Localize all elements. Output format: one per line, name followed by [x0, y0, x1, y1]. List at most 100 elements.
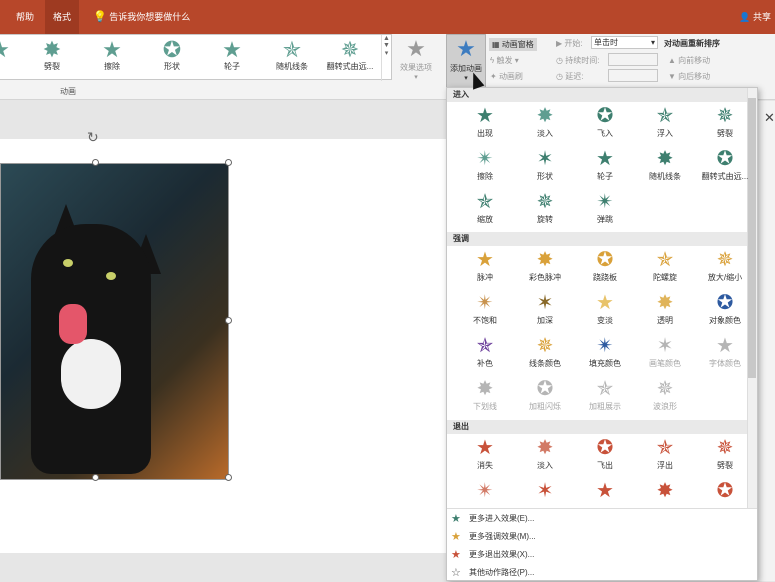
clock-icon: ◷ — [556, 72, 563, 81]
effect-label: 跷跷板 — [593, 273, 617, 282]
gallery-item-wheel[interactable]: ★ 轮子 — [202, 39, 262, 72]
move-earlier-label: 向前移动 — [678, 56, 711, 65]
start-dropdown[interactable]: 单击时 ▾ — [591, 36, 658, 49]
effect-item[interactable]: ✸ 淡入 — [515, 436, 575, 471]
rotate-handle-icon[interactable]: ↻ — [87, 129, 99, 146]
effect-item[interactable]: ✵ 劈裂 — [695, 436, 755, 471]
effect-star-icon: ✪ — [716, 148, 734, 170]
section-exit: 退出 — [447, 420, 747, 434]
effect-item[interactable]: ✵ 波浪形 — [635, 377, 695, 412]
duration-label: 持续时间: — [565, 56, 600, 65]
move-later-button[interactable]: ▼ 向后移动 — [668, 71, 710, 82]
effect-item[interactable]: ✪ 翻转式由远... — [695, 147, 755, 182]
effect-item[interactable]: ✸ — [635, 479, 695, 503]
effect-label: 弹跳 — [597, 215, 613, 224]
effect-item[interactable]: ✵ 旋转 — [515, 190, 575, 225]
effect-item[interactable]: ✸ 淡入 — [515, 104, 575, 139]
effect-label: 填充颜色 — [589, 359, 621, 368]
effect-item[interactable]: ✴ 填充颜色 — [575, 334, 635, 369]
effect-item[interactable]: ✸ 随机线条 — [635, 147, 695, 182]
effect-star-icon: ✸ — [536, 437, 554, 459]
effect-star-icon: ✵ — [536, 335, 554, 357]
effect-item[interactable]: ★ 变淡 — [575, 291, 635, 326]
move-earlier-button[interactable]: ▲ 向前移动 — [668, 55, 710, 66]
effect-star-icon: ✸ — [536, 105, 554, 127]
effect-star-icon: ✪ — [596, 249, 614, 271]
effect-item[interactable]: ✶ 画笔颜色 — [635, 334, 695, 369]
gallery-item-wipe[interactable]: ★ 擦除 — [82, 39, 142, 72]
delay-input[interactable] — [608, 69, 658, 82]
trigger-button[interactable]: ϟ 触发 ▾ — [490, 55, 519, 66]
gallery-item-random-bars[interactable]: ✯ 随机线条 — [262, 39, 322, 72]
effect-item[interactable]: ✵ 劈裂 — [695, 104, 755, 139]
share-button[interactable]: 👤 共享 — [739, 0, 771, 34]
effect-label: 擦除 — [477, 172, 493, 181]
effect-item[interactable]: ✸ 透明 — [635, 291, 695, 326]
effect-star-icon: ✴ — [476, 480, 494, 502]
effect-item[interactable]: ✵ 线条颜色 — [515, 334, 575, 369]
effect-item[interactable]: ✪ — [695, 479, 755, 503]
more-motion-paths[interactable]: ☆ 其他动作路径(P)... — [447, 564, 757, 582]
resize-handle[interactable] — [225, 317, 232, 324]
effect-item[interactable]: ✪ 加粗闪烁 — [515, 377, 575, 412]
effect-item[interactable]: ★ 脉冲 — [455, 248, 515, 283]
gallery-item-shape[interactable]: ✪ 形状 — [142, 39, 202, 72]
animation-painter-button[interactable]: ✦ 动画刷 — [490, 71, 523, 82]
duration-row: ◷ 持续时间: — [556, 55, 599, 66]
effect-item[interactable]: ✶ 形状 — [515, 147, 575, 182]
effect-item[interactable]: ✯ 补色 — [455, 334, 515, 369]
effect-star-icon: ✸ — [656, 148, 674, 170]
start-value: 单击时 — [594, 38, 618, 47]
effect-item[interactable]: ✴ — [455, 479, 515, 503]
painter-label: 动画刷 — [498, 72, 523, 81]
effect-label: 下划线 — [473, 402, 497, 411]
resize-handle[interactable] — [225, 159, 232, 166]
effect-item[interactable]: ✵ 放大/缩小 — [695, 248, 755, 283]
effect-item[interactable]: ✯ 陀螺旋 — [635, 248, 695, 283]
effect-star-icon: ✪ — [536, 378, 554, 400]
effect-star-icon: ✯ — [656, 105, 674, 127]
effect-item[interactable]: ✸ 彩色脉冲 — [515, 248, 575, 283]
effect-item[interactable]: ✶ 加深 — [515, 291, 575, 326]
resize-handle[interactable] — [225, 474, 232, 481]
effect-options-button[interactable]: ★ 效果选项 ▾ — [394, 36, 438, 81]
effect-item[interactable]: ✪ 飞出 — [575, 436, 635, 471]
effect-item[interactable]: ★ 消失 — [455, 436, 515, 471]
effect-item[interactable]: ✪ 对象颜色 — [695, 291, 755, 326]
effect-item[interactable]: ✴ 擦除 — [455, 147, 515, 182]
cat-eye — [106, 272, 116, 280]
resize-handle[interactable] — [92, 159, 99, 166]
animation-pane-button[interactable]: ▦ 动画窗格 — [489, 38, 537, 51]
close-icon[interactable]: ✕ — [764, 110, 775, 126]
effect-item[interactable]: ★ — [575, 479, 635, 503]
section-emphasis: 强调 — [447, 232, 747, 246]
effect-item[interactable]: ✪ 飞入 — [575, 104, 635, 139]
effect-item[interactable]: ✸ 下划线 — [455, 377, 515, 412]
effect-item[interactable]: ✴ 不饱和 — [455, 291, 515, 326]
effect-item[interactable]: ✯ 缩放 — [455, 190, 515, 225]
duration-input[interactable] — [608, 53, 658, 66]
effect-item[interactable]: ★ 字体颜色 — [695, 334, 755, 369]
gallery-item-grow-turn[interactable]: ✵ 翻转式由远... — [320, 39, 380, 72]
effect-item[interactable]: ✯ 加粗展示 — [575, 377, 635, 412]
effect-item[interactable]: ✯ 浮入 — [635, 104, 695, 139]
cat-photo[interactable] — [0, 163, 229, 480]
effect-item[interactable]: ✴ 弹跳 — [575, 190, 635, 225]
tell-me-box[interactable]: 💡 告诉我你想要做什么 — [93, 0, 190, 34]
effect-star-icon: ★ — [596, 148, 614, 170]
effect-item[interactable]: ★ 出现 — [455, 104, 515, 139]
gallery-label: 擦除 — [104, 62, 120, 71]
effect-item[interactable]: ✯ 浮出 — [635, 436, 695, 471]
gallery-scrollbar[interactable]: ▲ ▼ ▾ — [381, 35, 391, 81]
arrow-up-icon: ▲ — [668, 56, 676, 65]
effect-item[interactable]: ★ 轮子 — [575, 147, 635, 182]
effect-label: 淡入 — [537, 129, 553, 138]
tab-help[interactable]: 帮助 — [8, 0, 42, 34]
tab-format[interactable]: 格式 — [45, 0, 80, 34]
effect-item[interactable]: ✶ — [515, 479, 575, 503]
entrance-star-icon: ★ — [451, 513, 461, 525]
resize-handle[interactable] — [92, 474, 99, 481]
gallery-item-split[interactable]: ✸ 劈裂 — [22, 39, 82, 72]
arrow-down-icon: ▼ — [668, 72, 676, 81]
effect-item[interactable]: ✪ 跷跷板 — [575, 248, 635, 283]
